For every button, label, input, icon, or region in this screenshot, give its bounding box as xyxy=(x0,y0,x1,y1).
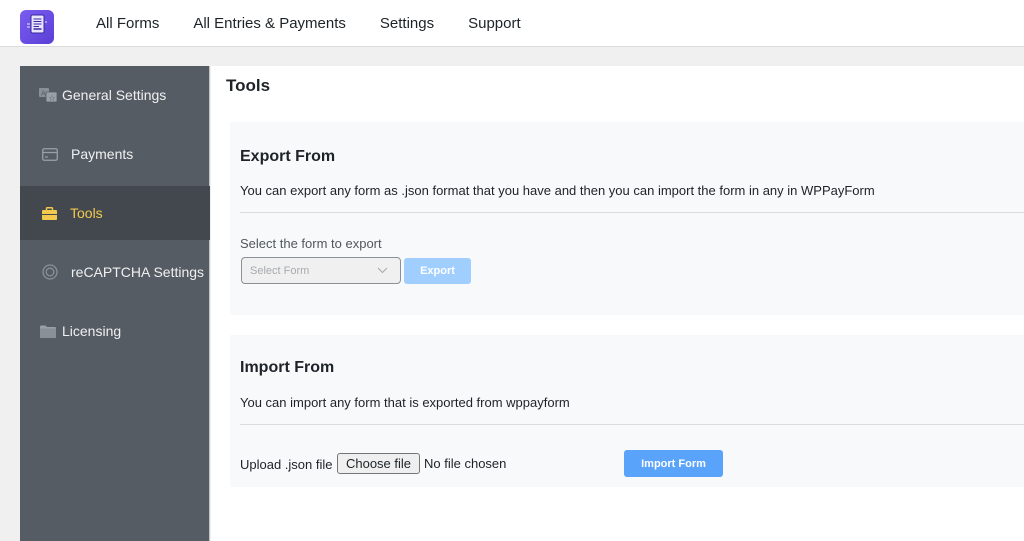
main-nav: All Forms All Entries & Payments Setting… xyxy=(96,0,555,47)
credit-card-icon xyxy=(42,147,58,161)
import-title: Import From xyxy=(240,359,335,376)
sidebar-item-general-settings[interactable]: A ☆ General Settings xyxy=(20,68,210,122)
sidebar-item-recaptcha-settings[interactable]: reCAPTCHA Settings xyxy=(20,245,210,299)
export-title: Export From xyxy=(240,148,336,165)
sidebar-item-label: Tools xyxy=(70,205,103,221)
import-form-button[interactable]: Import Form xyxy=(624,450,723,477)
export-button[interactable]: Export xyxy=(404,258,471,284)
import-divider xyxy=(240,424,1024,425)
settings-sidebar: A ☆ General Settings Payments Tools reCA… xyxy=(20,66,210,541)
import-description: You can import any form that is exported… xyxy=(240,395,570,410)
sidebar-item-tools[interactable]: Tools xyxy=(20,186,210,240)
svg-text:A: A xyxy=(41,90,46,98)
sidebar-item-label: Licensing xyxy=(62,323,122,339)
translate-icon: A ☆ xyxy=(38,87,58,103)
nav-all-forms[interactable]: All Forms xyxy=(96,15,159,32)
import-card: Import From You can import any form that… xyxy=(230,335,1024,487)
document-form-icon xyxy=(26,13,48,42)
no-file-chosen-text: No file chosen xyxy=(424,456,507,471)
select-form-placeholder: Select Form xyxy=(250,264,310,277)
nav-settings[interactable]: Settings xyxy=(380,15,434,32)
briefcase-icon xyxy=(42,206,57,220)
sidebar-item-label: General Settings xyxy=(62,87,167,103)
svg-text:☆: ☆ xyxy=(49,94,56,103)
lifebuoy-icon xyxy=(42,264,58,280)
page-title: Tools xyxy=(226,76,271,95)
export-divider xyxy=(240,212,1024,213)
export-description: You can export any form as .json format … xyxy=(240,183,875,198)
upload-json-label: Upload .json file xyxy=(240,457,333,472)
select-form-dropdown[interactable]: Select Form xyxy=(241,257,401,284)
nav-support[interactable]: Support xyxy=(468,15,521,32)
chevron-down-icon xyxy=(377,265,388,277)
sidebar-item-label: reCAPTCHA Settings xyxy=(71,264,205,280)
choose-file-button[interactable]: Choose file xyxy=(337,453,420,474)
main-content: Tools Export From You can export any for… xyxy=(211,66,1024,541)
folder-icon xyxy=(40,325,56,338)
select-form-label: Select the form to export xyxy=(240,236,382,251)
sidebar-item-licensing[interactable]: Licensing xyxy=(20,304,210,358)
sidebar-item-payments[interactable]: Payments xyxy=(20,127,210,181)
export-card: Export From You can export any form as .… xyxy=(230,122,1024,315)
sidebar-item-label: Payments xyxy=(71,146,134,162)
app-logo[interactable] xyxy=(20,10,54,44)
nav-all-entries-payments[interactable]: All Entries & Payments xyxy=(193,15,346,32)
top-navigation-bar: All Forms All Entries & Payments Setting… xyxy=(0,0,1024,47)
